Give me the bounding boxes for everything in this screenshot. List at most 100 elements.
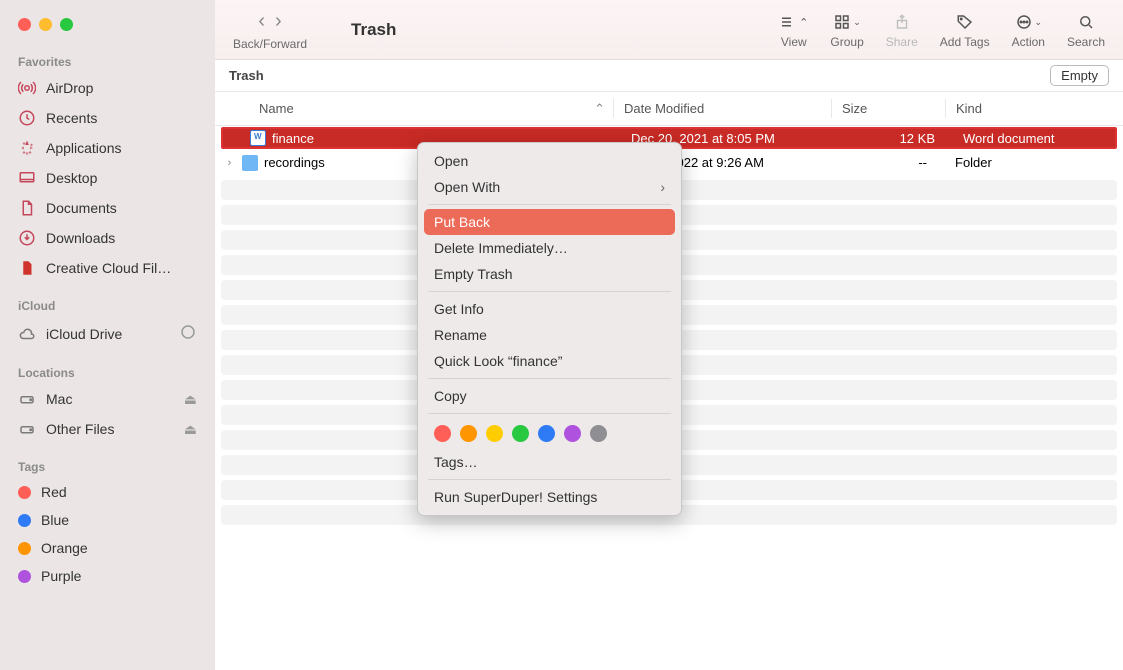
icloud-header: iCloud xyxy=(0,293,215,317)
clock-icon xyxy=(18,109,36,127)
column-name[interactable]: Name⌃ xyxy=(215,101,613,117)
view-button[interactable]: ⌃View xyxy=(779,10,808,49)
sidebar-item-label: Orange xyxy=(41,540,88,556)
tag-dot-icon xyxy=(18,514,31,527)
column-date[interactable]: Date Modified xyxy=(613,99,831,119)
tag-dot-icon xyxy=(18,570,31,583)
tag-dot-icon xyxy=(18,542,31,555)
sidebar-item-label: Purple xyxy=(41,568,81,584)
menu-open-with[interactable]: Open With› xyxy=(418,174,681,200)
empty-trash-button[interactable]: Empty xyxy=(1050,65,1109,86)
sidebar-item-label: Creative Cloud Fil… xyxy=(46,260,171,276)
tag-yellow-button[interactable] xyxy=(486,425,503,442)
eject-icon[interactable]: ⏏ xyxy=(184,421,197,438)
file-kind: Folder xyxy=(945,155,1123,170)
file-list: finance Dec 20, 2021 at 8:05 PM 12 KB Wo… xyxy=(215,126,1123,670)
sidebar-tag-purple[interactable]: Purple xyxy=(0,562,215,590)
sidebar-mac[interactable]: Mac ⏏ xyxy=(0,384,215,414)
column-headers: Name⌃ Date Modified Size Kind xyxy=(215,92,1123,126)
search-icon xyxy=(1077,10,1095,34)
grid-icon: ⌄ xyxy=(833,10,861,34)
forward-button[interactable]: › xyxy=(273,8,284,35)
sidebar-item-label: Desktop xyxy=(46,170,97,186)
menu-quick-look[interactable]: Quick Look “finance” xyxy=(418,348,681,374)
folder-icon xyxy=(242,155,258,171)
list-view-icon: ⌃ xyxy=(779,10,808,34)
tag-purple-button[interactable] xyxy=(564,425,581,442)
tag-red-button[interactable] xyxy=(434,425,451,442)
desktop-icon xyxy=(18,169,36,187)
eject-icon[interactable]: ⏏ xyxy=(184,391,197,408)
disk-icon xyxy=(18,390,36,408)
file-kind: Word document xyxy=(953,131,1115,146)
column-size[interactable]: Size xyxy=(831,99,945,119)
sidebar-item-label: Other Files xyxy=(46,421,114,437)
menu-rename[interactable]: Rename xyxy=(418,322,681,348)
tag-gray-button[interactable] xyxy=(590,425,607,442)
menu-tag-colors xyxy=(418,418,681,449)
sidebar-icloud-drive[interactable]: iCloud Drive xyxy=(0,317,215,350)
menu-separator xyxy=(428,479,671,480)
expand-icon[interactable]: › xyxy=(223,157,236,169)
sidebar-item-label: AirDrop xyxy=(46,80,93,96)
menu-copy[interactable]: Copy xyxy=(418,383,681,409)
tag-orange-button[interactable] xyxy=(460,425,477,442)
sidebar-documents[interactable]: Documents xyxy=(0,193,215,223)
menu-separator xyxy=(428,413,671,414)
word-file-icon xyxy=(250,130,266,146)
apps-icon xyxy=(18,139,36,157)
column-kind[interactable]: Kind xyxy=(945,99,1123,119)
menu-empty-trash[interactable]: Empty Trash xyxy=(418,261,681,287)
sidebar-item-label: Mac xyxy=(46,391,72,407)
download-icon xyxy=(18,229,36,247)
path-bar: Trash Empty xyxy=(215,60,1123,92)
group-button[interactable]: ⌄Group xyxy=(830,10,863,49)
zoom-window-button[interactable] xyxy=(60,18,73,31)
add-tags-button[interactable]: Add Tags xyxy=(940,10,990,49)
airdrop-icon xyxy=(18,79,36,97)
share-icon xyxy=(893,10,911,34)
sidebar-recents[interactable]: Recents xyxy=(0,103,215,133)
sidebar-tag-orange[interactable]: Orange xyxy=(0,534,215,562)
menu-open[interactable]: Open xyxy=(418,148,681,174)
back-button[interactable]: ‹ xyxy=(256,8,267,35)
sidebar-downloads[interactable]: Downloads xyxy=(0,223,215,253)
menu-separator xyxy=(428,204,671,205)
search-button[interactable]: Search xyxy=(1067,10,1105,49)
action-button[interactable]: ⌄Action xyxy=(1012,10,1045,49)
file-name: recordings xyxy=(264,155,325,170)
sidebar-tag-blue[interactable]: Blue xyxy=(0,506,215,534)
sidebar-tag-red[interactable]: Red xyxy=(0,478,215,506)
sidebar-creative-cloud[interactable]: Creative Cloud Fil… xyxy=(0,253,215,283)
sidebar-item-label: Blue xyxy=(41,512,69,528)
context-menu: Open Open With› Put Back Delete Immediat… xyxy=(417,142,682,516)
favorites-header: Favorites xyxy=(0,49,215,73)
tag-blue-button[interactable] xyxy=(538,425,555,442)
progress-icon xyxy=(179,323,197,344)
tags-header: Tags xyxy=(0,454,215,478)
sidebar-item-label: Recents xyxy=(46,110,97,126)
file-icon xyxy=(18,259,36,277)
tag-green-button[interactable] xyxy=(512,425,529,442)
minimize-window-button[interactable] xyxy=(39,18,52,31)
menu-run-superduper[interactable]: Run SuperDuper! Settings xyxy=(418,484,681,510)
share-button: Share xyxy=(886,10,918,49)
sidebar-airdrop[interactable]: AirDrop xyxy=(0,73,215,103)
menu-get-info[interactable]: Get Info xyxy=(418,296,681,322)
sidebar-item-label: Documents xyxy=(46,200,117,216)
nav-group: ‹ › Back/Forward xyxy=(233,8,307,51)
menu-tags[interactable]: Tags… xyxy=(418,449,681,475)
menu-put-back[interactable]: Put Back xyxy=(424,209,675,235)
file-name: finance xyxy=(272,131,314,146)
disk-icon xyxy=(18,420,36,438)
locations-header: Locations xyxy=(0,360,215,384)
sort-indicator-icon: ⌃ xyxy=(594,101,605,117)
menu-delete-immediately[interactable]: Delete Immediately… xyxy=(418,235,681,261)
submenu-icon: › xyxy=(660,179,665,195)
window-title: Trash xyxy=(351,20,396,40)
sidebar-desktop[interactable]: Desktop xyxy=(0,163,215,193)
sidebar-applications[interactable]: Applications xyxy=(0,133,215,163)
sidebar-item-label: Applications xyxy=(46,140,122,156)
sidebar-other-files[interactable]: Other Files ⏏ xyxy=(0,414,215,444)
close-window-button[interactable] xyxy=(18,18,31,31)
